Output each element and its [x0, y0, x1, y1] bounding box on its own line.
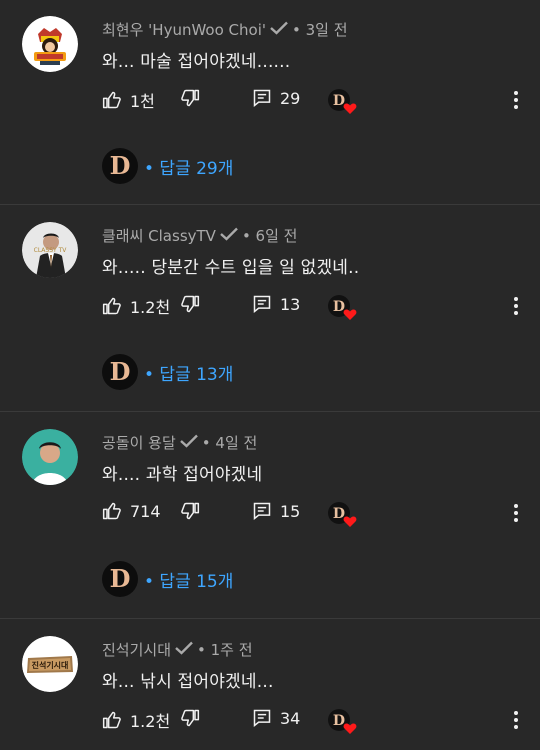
author-name[interactable]: 클래씨 ClassyTV — [102, 225, 216, 246]
comment-icon — [253, 295, 271, 314]
reply-button[interactable]: 29 — [252, 88, 300, 108]
dislike-button[interactable] — [180, 501, 200, 521]
avatar-caption: CLASSY TV — [34, 247, 68, 254]
svg-text:D: D — [333, 93, 345, 109]
reply-button[interactable]: 13 — [252, 294, 300, 314]
more-vert-icon — [514, 504, 518, 522]
comment-text: 와.... 과학 접어야겠네 — [102, 465, 263, 485]
comment-time: • 1주 전 — [197, 641, 253, 659]
heart-icon — [343, 516, 357, 527]
comment-meta: 공돌이 용달 • 4일 전 — [102, 432, 257, 453]
verified-check-icon — [179, 434, 198, 452]
comment-actions: 1.2천 13 D — [102, 294, 532, 320]
svg-text:D: D — [333, 299, 345, 315]
author-name[interactable]: 진석기시대 — [102, 639, 171, 660]
comment-icon — [253, 502, 271, 521]
comment-meta: 진석기시대 • 1주 전 — [102, 639, 253, 660]
avatar[interactable] — [22, 16, 78, 72]
comment-item: 공돌이 용달 • 4일 전 와.... 과학 접어야겠네 714 15 D D … — [0, 413, 540, 619]
avatar[interactable] — [22, 429, 78, 485]
avatar[interactable]: CLASSY TV — [22, 222, 78, 278]
avatar[interactable]: 진석기시대 — [22, 636, 78, 692]
reply-count: 34 — [280, 708, 301, 728]
creator-heart-badge: D — [328, 89, 358, 115]
avatar-caption: 진석기시대 — [32, 660, 69, 670]
heart-icon — [343, 103, 357, 114]
view-replies-button[interactable]: D • 답글 29개 — [102, 148, 233, 184]
creator-heart-badge: D — [328, 295, 358, 321]
more-options-button[interactable] — [506, 710, 526, 730]
comment-time: • 3일 전 — [292, 21, 348, 39]
thumbs-up-icon — [102, 711, 121, 729]
thumbs-up-icon — [102, 91, 121, 109]
comment-text: 와... 낚시 접어야겠네... — [102, 672, 274, 692]
comment-meta: 클래씨 ClassyTV • 6일 전 — [102, 225, 297, 246]
reply-count: 13 — [280, 294, 301, 314]
comment-actions: 1.2천 34 D — [102, 708, 532, 734]
like-button[interactable]: 1.2천 — [102, 708, 170, 732]
comment-item: 진석기시대 진석기시대 • 1주 전 와... 낚시 접어야겠네... 1.2천… — [0, 620, 540, 750]
more-vert-icon — [514, 91, 518, 109]
comment-icon — [253, 89, 271, 108]
thumbs-up-icon — [102, 297, 121, 315]
creator-heart-badge: D — [328, 709, 358, 735]
verified-check-icon — [175, 641, 193, 659]
comment-item: CLASSY TV 클래씨 ClassyTV • 6일 전 와..... 당분간… — [0, 206, 540, 412]
dislike-button[interactable] — [180, 708, 200, 728]
heart-icon — [343, 723, 357, 734]
view-replies-button[interactable]: D • 답글 15개 — [102, 561, 233, 597]
thumbs-down-icon — [181, 295, 200, 313]
comment-meta: 최현우 'HyunWoo Choi' • 3일 전 — [102, 19, 348, 40]
comment-actions: 1천 29 D — [102, 88, 532, 114]
like-count: 1.2천 — [130, 712, 171, 731]
reply-button[interactable]: 15 — [252, 501, 300, 521]
view-replies-button[interactable]: D • 답글 13개 — [102, 354, 233, 390]
like-count: 714 — [130, 501, 161, 521]
comment-item: 최현우 'HyunWoo Choi' • 3일 전 와... 마술 접어야겠네.… — [0, 0, 540, 205]
like-count: 1.2천 — [130, 298, 171, 317]
more-options-button[interactable] — [506, 90, 526, 110]
more-vert-icon — [514, 297, 518, 315]
creator-heart-badge: D — [328, 502, 358, 528]
reply-button[interactable]: 34 — [252, 708, 300, 728]
reply-count: 15 — [280, 501, 301, 521]
author-name[interactable]: 최현우 'HyunWoo Choi' — [102, 19, 266, 40]
author-name[interactable]: 공돌이 용달 — [102, 432, 176, 453]
comment-text: 와... 마술 접어야겠네...... — [102, 52, 291, 72]
svg-text:D: D — [333, 506, 345, 522]
comment-time: • 6일 전 — [241, 227, 298, 245]
more-options-button[interactable] — [506, 503, 526, 523]
dislike-button[interactable] — [180, 294, 200, 314]
comment-actions: 714 15 D — [102, 501, 532, 527]
verified-check-icon — [220, 227, 238, 245]
thumbs-down-icon — [181, 89, 200, 107]
like-count: 1천 — [130, 92, 155, 111]
channel-avatar-icon: D — [102, 148, 138, 184]
comment-time: • 4일 전 — [201, 434, 258, 452]
channel-avatar-icon: D — [102, 561, 138, 597]
svg-text:D: D — [110, 357, 131, 386]
comment-text: 와..... 당분간 수트 입을 일 없겠네.. — [102, 258, 360, 278]
like-button[interactable]: 1.2천 — [102, 294, 170, 318]
replies-label: • 답글 13개 — [144, 364, 234, 385]
dislike-button[interactable] — [180, 88, 200, 108]
svg-text:D: D — [333, 713, 345, 729]
thumbs-up-icon — [102, 502, 121, 520]
heart-icon — [343, 309, 357, 320]
svg-text:D: D — [110, 151, 131, 180]
like-button[interactable]: 714 — [102, 501, 161, 521]
channel-avatar-icon: D — [102, 354, 138, 390]
like-button[interactable]: 1천 — [102, 88, 155, 112]
more-options-button[interactable] — [506, 296, 526, 316]
replies-label: • 답글 15개 — [144, 571, 234, 592]
thumbs-down-icon — [181, 709, 200, 727]
replies-label: • 답글 29개 — [144, 158, 234, 179]
reply-count: 29 — [280, 88, 301, 108]
svg-text:D: D — [110, 564, 131, 593]
thumbs-down-icon — [181, 502, 200, 520]
comment-icon — [253, 709, 271, 728]
verified-check-icon — [270, 21, 288, 39]
more-vert-icon — [514, 711, 518, 729]
